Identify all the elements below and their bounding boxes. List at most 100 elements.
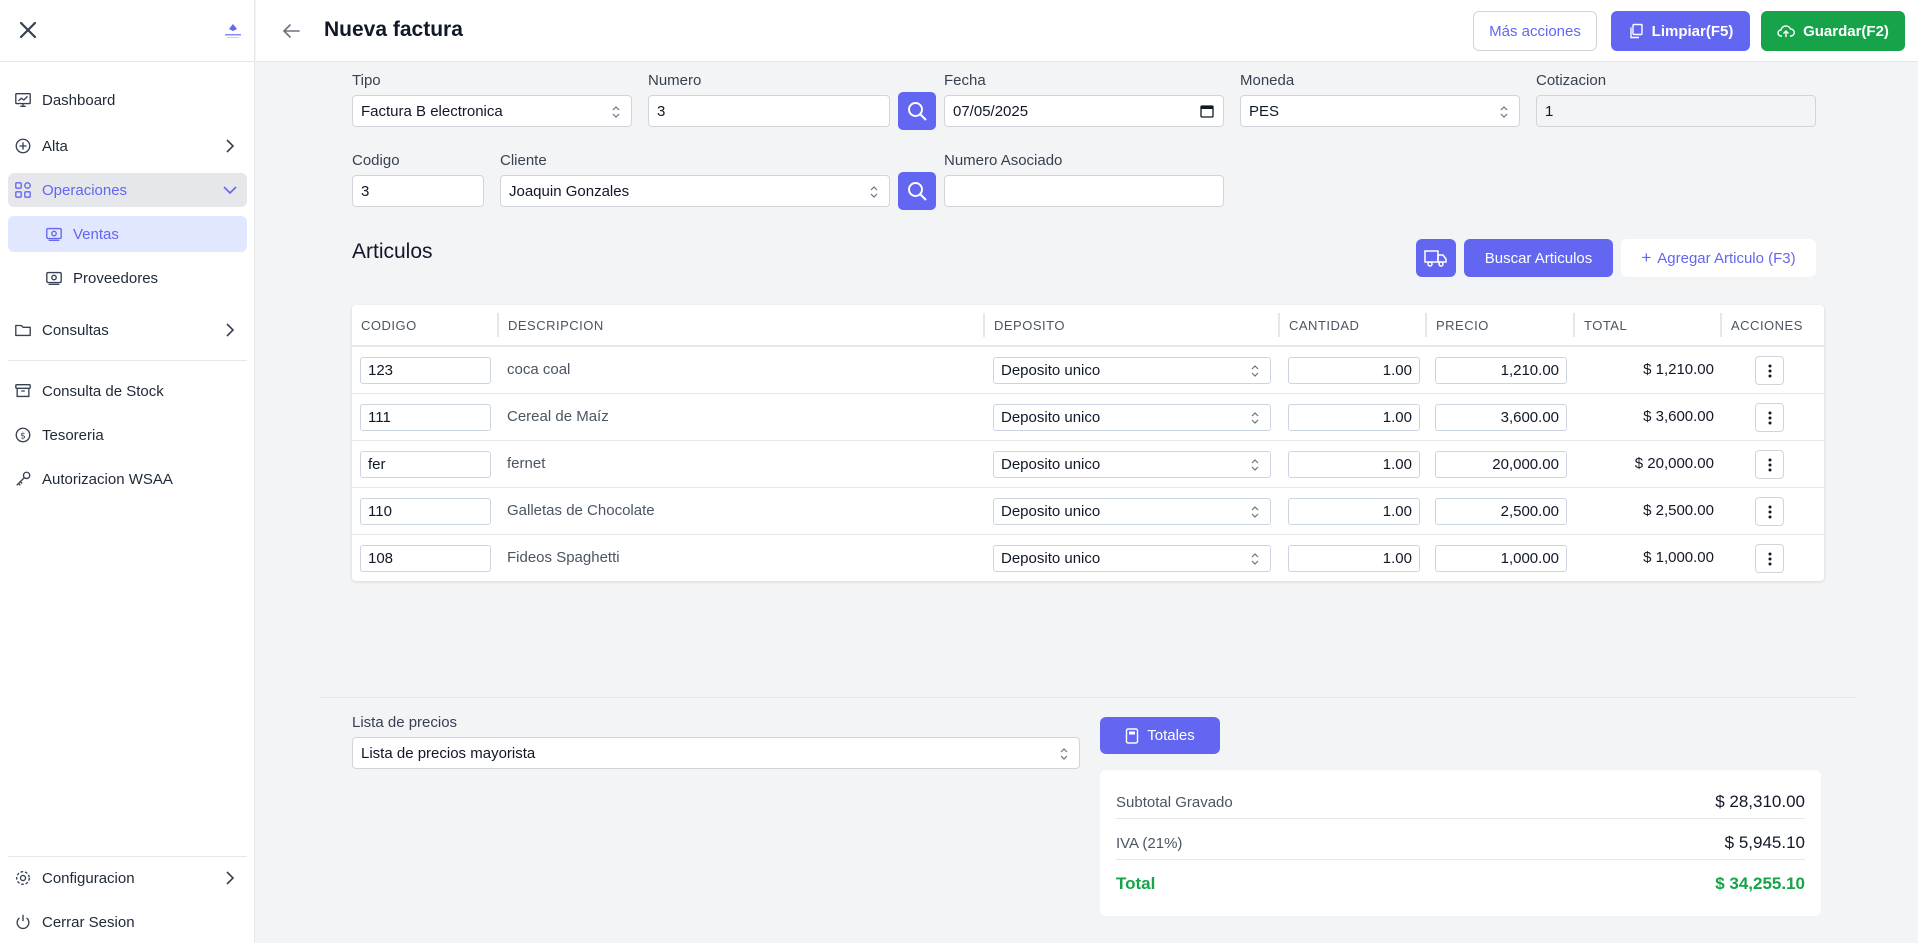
totales-label: Totales xyxy=(1147,727,1195,744)
row-actions-button[interactable] xyxy=(1755,497,1784,526)
deposito-value: Deposito unico xyxy=(1001,550,1101,567)
arrow-left-icon[interactable] xyxy=(280,20,302,42)
row-actions-button[interactable] xyxy=(1755,403,1784,432)
tipo-value: Factura B electronica xyxy=(361,102,503,120)
plus-icon: + xyxy=(1641,248,1652,267)
precio-cell-input[interactable]: 1,000.00 xyxy=(1435,545,1567,572)
column-header: DEPOSITO xyxy=(994,317,1065,333)
numero-input[interactable]: 3 xyxy=(648,95,890,127)
codigo-cell-input[interactable]: 123 xyxy=(360,357,491,384)
codigo-cell-input[interactable]: fer xyxy=(360,451,491,478)
numero-label: Numero xyxy=(648,72,702,89)
deposito-cell-select[interactable]: Deposito unico xyxy=(993,451,1271,478)
svg-text:$: $ xyxy=(20,432,26,442)
articles-table: CODIGO DESCRIPCION DEPOSITO CANTIDAD PRE… xyxy=(352,305,1824,581)
logo-icon xyxy=(225,24,241,38)
sidebar-item-label: Proveedores xyxy=(73,269,159,287)
row-actions-button[interactable] xyxy=(1755,356,1784,385)
sidebar-item-operaciones[interactable]: Operaciones xyxy=(8,173,247,207)
plus-circle-icon xyxy=(15,138,31,154)
add-article-button[interactable]: + Agregar Articulo (F3) xyxy=(1621,239,1816,277)
sidebar-item-cerrar-sesion[interactable]: Cerrar Sesion xyxy=(8,905,247,939)
column-divider xyxy=(1720,313,1722,337)
sidebar-item-tesoreria[interactable]: $ Tesoreria xyxy=(8,418,247,452)
sidebar-item-proveedores[interactable]: Proveedores xyxy=(8,260,247,296)
sidebar-item-alta[interactable]: Alta xyxy=(8,129,247,163)
iva-value: $ 5,945.10 xyxy=(1724,833,1805,852)
sidebar-item-consultas[interactable]: Consultas xyxy=(8,313,247,347)
sidebar-item-autorizacion[interactable]: Autorizacion WSAA xyxy=(8,462,247,496)
articulos-title: Articulos xyxy=(352,240,433,263)
folder-icon xyxy=(15,324,31,337)
deposito-cell-select[interactable]: Deposito unico xyxy=(993,404,1271,431)
column-divider xyxy=(1573,313,1575,337)
save-button[interactable]: Guardar(F2) xyxy=(1761,11,1905,51)
sidebar-item-consulta-stock[interactable]: Consulta de Stock xyxy=(8,374,247,408)
precio-cell-input[interactable]: 20,000.00 xyxy=(1435,451,1567,478)
row-actions-button[interactable] xyxy=(1755,544,1784,573)
codigo-label: Codigo xyxy=(352,152,400,169)
more-vertical-icon xyxy=(1768,458,1771,471)
codigo-cell-input[interactable]: 108 xyxy=(360,545,491,572)
codigo-input[interactable]: 3 xyxy=(352,175,484,207)
deposito-value: Deposito unico xyxy=(1001,362,1101,379)
numero-asociado-input[interactable] xyxy=(944,175,1224,207)
sidebar-item-dashboard[interactable]: Dashboard xyxy=(8,83,247,117)
cotizacion-value: 1 xyxy=(1545,102,1554,120)
cliente-search-button[interactable] xyxy=(898,172,936,210)
column-header: TOTAL xyxy=(1584,317,1628,333)
deposito-cell-select[interactable]: Deposito unico xyxy=(993,545,1271,572)
sidebar-item-ventas[interactable]: Ventas xyxy=(8,216,247,252)
sidebar-item-label: Cerrar Sesion xyxy=(42,913,135,931)
sidebar-item-configuracion[interactable]: Configuracion xyxy=(8,861,247,895)
totales-tab-button[interactable]: Totales xyxy=(1100,717,1220,754)
fecha-value: 07/05/2025 xyxy=(953,102,1029,120)
deposito-cell-select[interactable]: Deposito unico xyxy=(993,357,1271,384)
select-arrows-icon xyxy=(612,106,620,118)
select-arrows-icon xyxy=(1251,553,1259,565)
calculator-icon xyxy=(1126,727,1139,744)
cantidad-cell-input[interactable]: 1.00 xyxy=(1288,498,1420,525)
more-vertical-icon xyxy=(1768,505,1771,518)
total-cell: $ 20,000.00 xyxy=(1634,455,1714,472)
codigo-cell-input[interactable]: 110 xyxy=(360,498,491,525)
descripcion-cell: Fideos Spaghetti xyxy=(507,549,620,566)
moneda-select[interactable]: PES xyxy=(1240,95,1520,127)
precio-cell-input[interactable]: 2,500.00 xyxy=(1435,498,1567,525)
calendar-icon[interactable] xyxy=(1200,104,1214,118)
more-actions-button[interactable]: Más acciones xyxy=(1473,11,1597,51)
cliente-select[interactable]: Joaquin Gonzales xyxy=(500,175,890,207)
cliente-label: Cliente xyxy=(500,152,547,169)
table-row: 108 Fideos Spaghetti Deposito unico 1.00… xyxy=(352,535,1824,582)
cotizacion-input[interactable]: 1 xyxy=(1536,95,1816,127)
more-vertical-icon xyxy=(1768,552,1771,565)
search-articles-button[interactable]: Buscar Articulos xyxy=(1464,239,1613,277)
iva-row: IVA (21%) $ 5,945.10 xyxy=(1116,823,1805,863)
price-list-value: Lista de precios mayorista xyxy=(361,744,536,762)
cantidad-cell-input[interactable]: 1.00 xyxy=(1288,451,1420,478)
delivery-button[interactable] xyxy=(1416,239,1456,277)
numero-search-button[interactable] xyxy=(898,92,936,130)
tipo-select[interactable]: Factura B electronica xyxy=(352,95,632,127)
sidebar-item-label: Consulta de Stock xyxy=(42,382,164,400)
select-arrows-icon xyxy=(1251,459,1259,471)
close-icon[interactable] xyxy=(16,18,40,42)
cantidad-cell-input[interactable]: 1.00 xyxy=(1288,357,1420,384)
save-label: Guardar(F2) xyxy=(1803,22,1889,40)
cantidad-cell-input[interactable]: 1.00 xyxy=(1288,404,1420,431)
fecha-input[interactable]: 07/05/2025 xyxy=(944,95,1224,127)
descripcion-cell: fernet xyxy=(507,455,546,472)
clear-button[interactable]: Limpiar(F5) xyxy=(1611,11,1750,51)
row-actions-button[interactable] xyxy=(1755,450,1784,479)
deposito-cell-select[interactable]: Deposito unico xyxy=(993,498,1271,525)
cantidad-cell-input[interactable]: 1.00 xyxy=(1288,545,1420,572)
price-list-select[interactable]: Lista de precios mayorista xyxy=(352,737,1080,769)
codigo-cell-input[interactable]: 111 xyxy=(360,404,491,431)
precio-cell-input[interactable]: 1,210.00 xyxy=(1435,357,1567,384)
table-row: 123 coca coal Deposito unico 1.00 1,210.… xyxy=(352,347,1824,394)
sidebar-item-label: Operaciones xyxy=(42,181,128,199)
codigo-value: 3 xyxy=(361,182,370,200)
power-icon xyxy=(16,914,30,930)
total-label: Total xyxy=(1116,874,1156,893)
precio-cell-input[interactable]: 3,600.00 xyxy=(1435,404,1567,431)
